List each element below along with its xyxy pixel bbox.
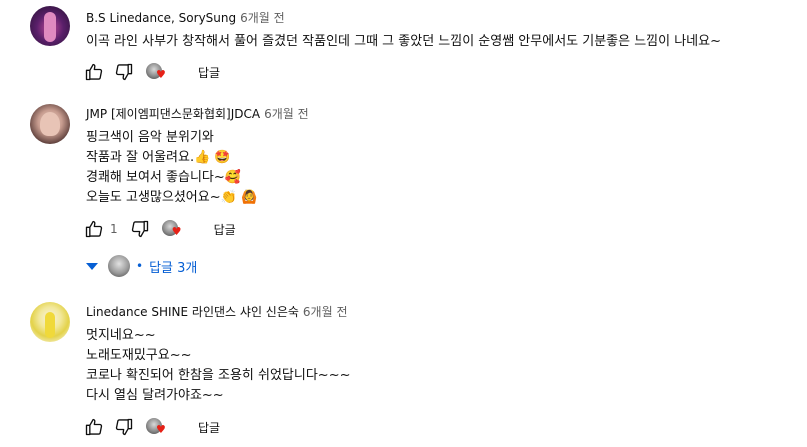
comment-line: 핑크색이 음악 분위기와 (86, 130, 214, 145)
avatar-image (40, 112, 60, 136)
comment-header: B.S Linedance, SorySung 6개월 전 (86, 10, 721, 26)
comment-line: 작품과 잘 어울려요.👍 🤩 (86, 148, 309, 168)
comment-line: 오늘도 고생많으셨어요~👏 🙆 (86, 188, 309, 208)
comment-header: JMP [제이엠피댄스문화협회]JDCA 6개월 전 (86, 106, 309, 122)
avatar-image (44, 12, 56, 42)
like-button[interactable] (82, 60, 106, 84)
author-name[interactable]: B.S Linedance, SorySung (86, 11, 236, 25)
dislike-button[interactable] (112, 415, 136, 439)
avatar[interactable] (30, 6, 70, 46)
comment-line: 이곡 라인 사부가 창작해서 풀어 즐겼던 작품인데 그때 그 좋았던 느낌이 … (86, 34, 721, 49)
creator-heart-icon[interactable]: ♥ (144, 60, 172, 84)
heart-icon: ♥ (171, 225, 182, 238)
avatar-image (45, 312, 55, 338)
comment-line-text: 경쾌해 보여서 좋습니다~ (86, 170, 225, 185)
thumb-down-icon (131, 220, 148, 238)
comment-line: 멋지네요~~ (86, 328, 156, 343)
comment-text: 이곡 라인 사부가 창작해서 풀어 즐겼던 작품인데 그때 그 좋았던 느낌이 … (86, 32, 721, 52)
thumb-down-icon (115, 418, 133, 436)
emoji: 🥰 (224, 170, 241, 185)
comment-time[interactable]: 6개월 전 (303, 305, 348, 319)
thumb-up-icon (85, 418, 103, 436)
separator-dot: • (136, 259, 144, 273)
author-name[interactable]: Linedance SHINE 라인댄스 샤인 신은숙 (86, 305, 299, 319)
comment-line: 노래도재밌구요~~ (86, 348, 192, 363)
comment-time[interactable]: 6개월 전 (240, 11, 285, 25)
creator-heart-icon[interactable]: ♥ (160, 217, 188, 241)
avatar[interactable] (30, 104, 70, 144)
comment-line: 경쾌해 보여서 좋습니다~🥰 (86, 168, 309, 188)
comment-time[interactable]: 6개월 전 (264, 107, 309, 121)
dislike-button[interactable] (112, 60, 136, 84)
thumb-up-icon (85, 220, 103, 238)
like-button[interactable] (82, 217, 106, 241)
thumb-down-icon (115, 63, 133, 81)
replier-avatar (108, 255, 130, 277)
reply-button[interactable]: 답글 (190, 415, 228, 440)
author-name[interactable]: JMP [제이엠피댄스문화협회]JDCA (86, 107, 260, 121)
view-replies-button[interactable]: • 답글 3개 (86, 253, 197, 279)
comment-line-text: 오늘도 고생많으셨어요~ (86, 190, 221, 205)
comment-actions: 1 ♥ 답글 (82, 217, 244, 241)
like-button[interactable] (82, 415, 106, 439)
heart-icon: ♥ (156, 68, 166, 81)
comment-line: 코로나 확진되어 한참을 조용히 쉬었답니다~~~ (86, 368, 351, 383)
caret-down-icon (86, 262, 98, 270)
comment-header: Linedance SHINE 라인댄스 샤인 신은숙 6개월 전 (86, 304, 351, 320)
replies-count-label: 답글 3개 (149, 260, 198, 276)
reply-button[interactable]: 답글 (190, 60, 228, 85)
emoji: 👏 🙆 (220, 190, 258, 205)
emoji: 👍 🤩 (194, 150, 231, 165)
dislike-button[interactable] (128, 217, 152, 241)
avatar[interactable] (30, 302, 70, 342)
comment-line-text: 작품과 잘 어울려요. (86, 150, 195, 165)
comment-line: 다시 열심 달려가야죠~~ (86, 388, 224, 403)
heart-icon: ♥ (156, 423, 166, 436)
comment-actions: ♥ 답글 (82, 415, 228, 439)
creator-heart-icon[interactable]: ♥ (144, 415, 172, 439)
comment-text: 핑크색이 음악 분위기와 작품과 잘 어울려요.👍 🤩 경쾌해 보여서 좋습니다… (86, 128, 309, 208)
comment-actions: ♥ 답글 (82, 60, 228, 84)
thumb-up-icon (85, 63, 103, 81)
reply-button[interactable]: 답글 (206, 217, 244, 242)
like-count: 1 (110, 222, 118, 236)
comment-text: 멋지네요~~ 노래도재밌구요~~ 코로나 확진되어 한참을 조용히 쉬었답니다~… (86, 326, 351, 406)
